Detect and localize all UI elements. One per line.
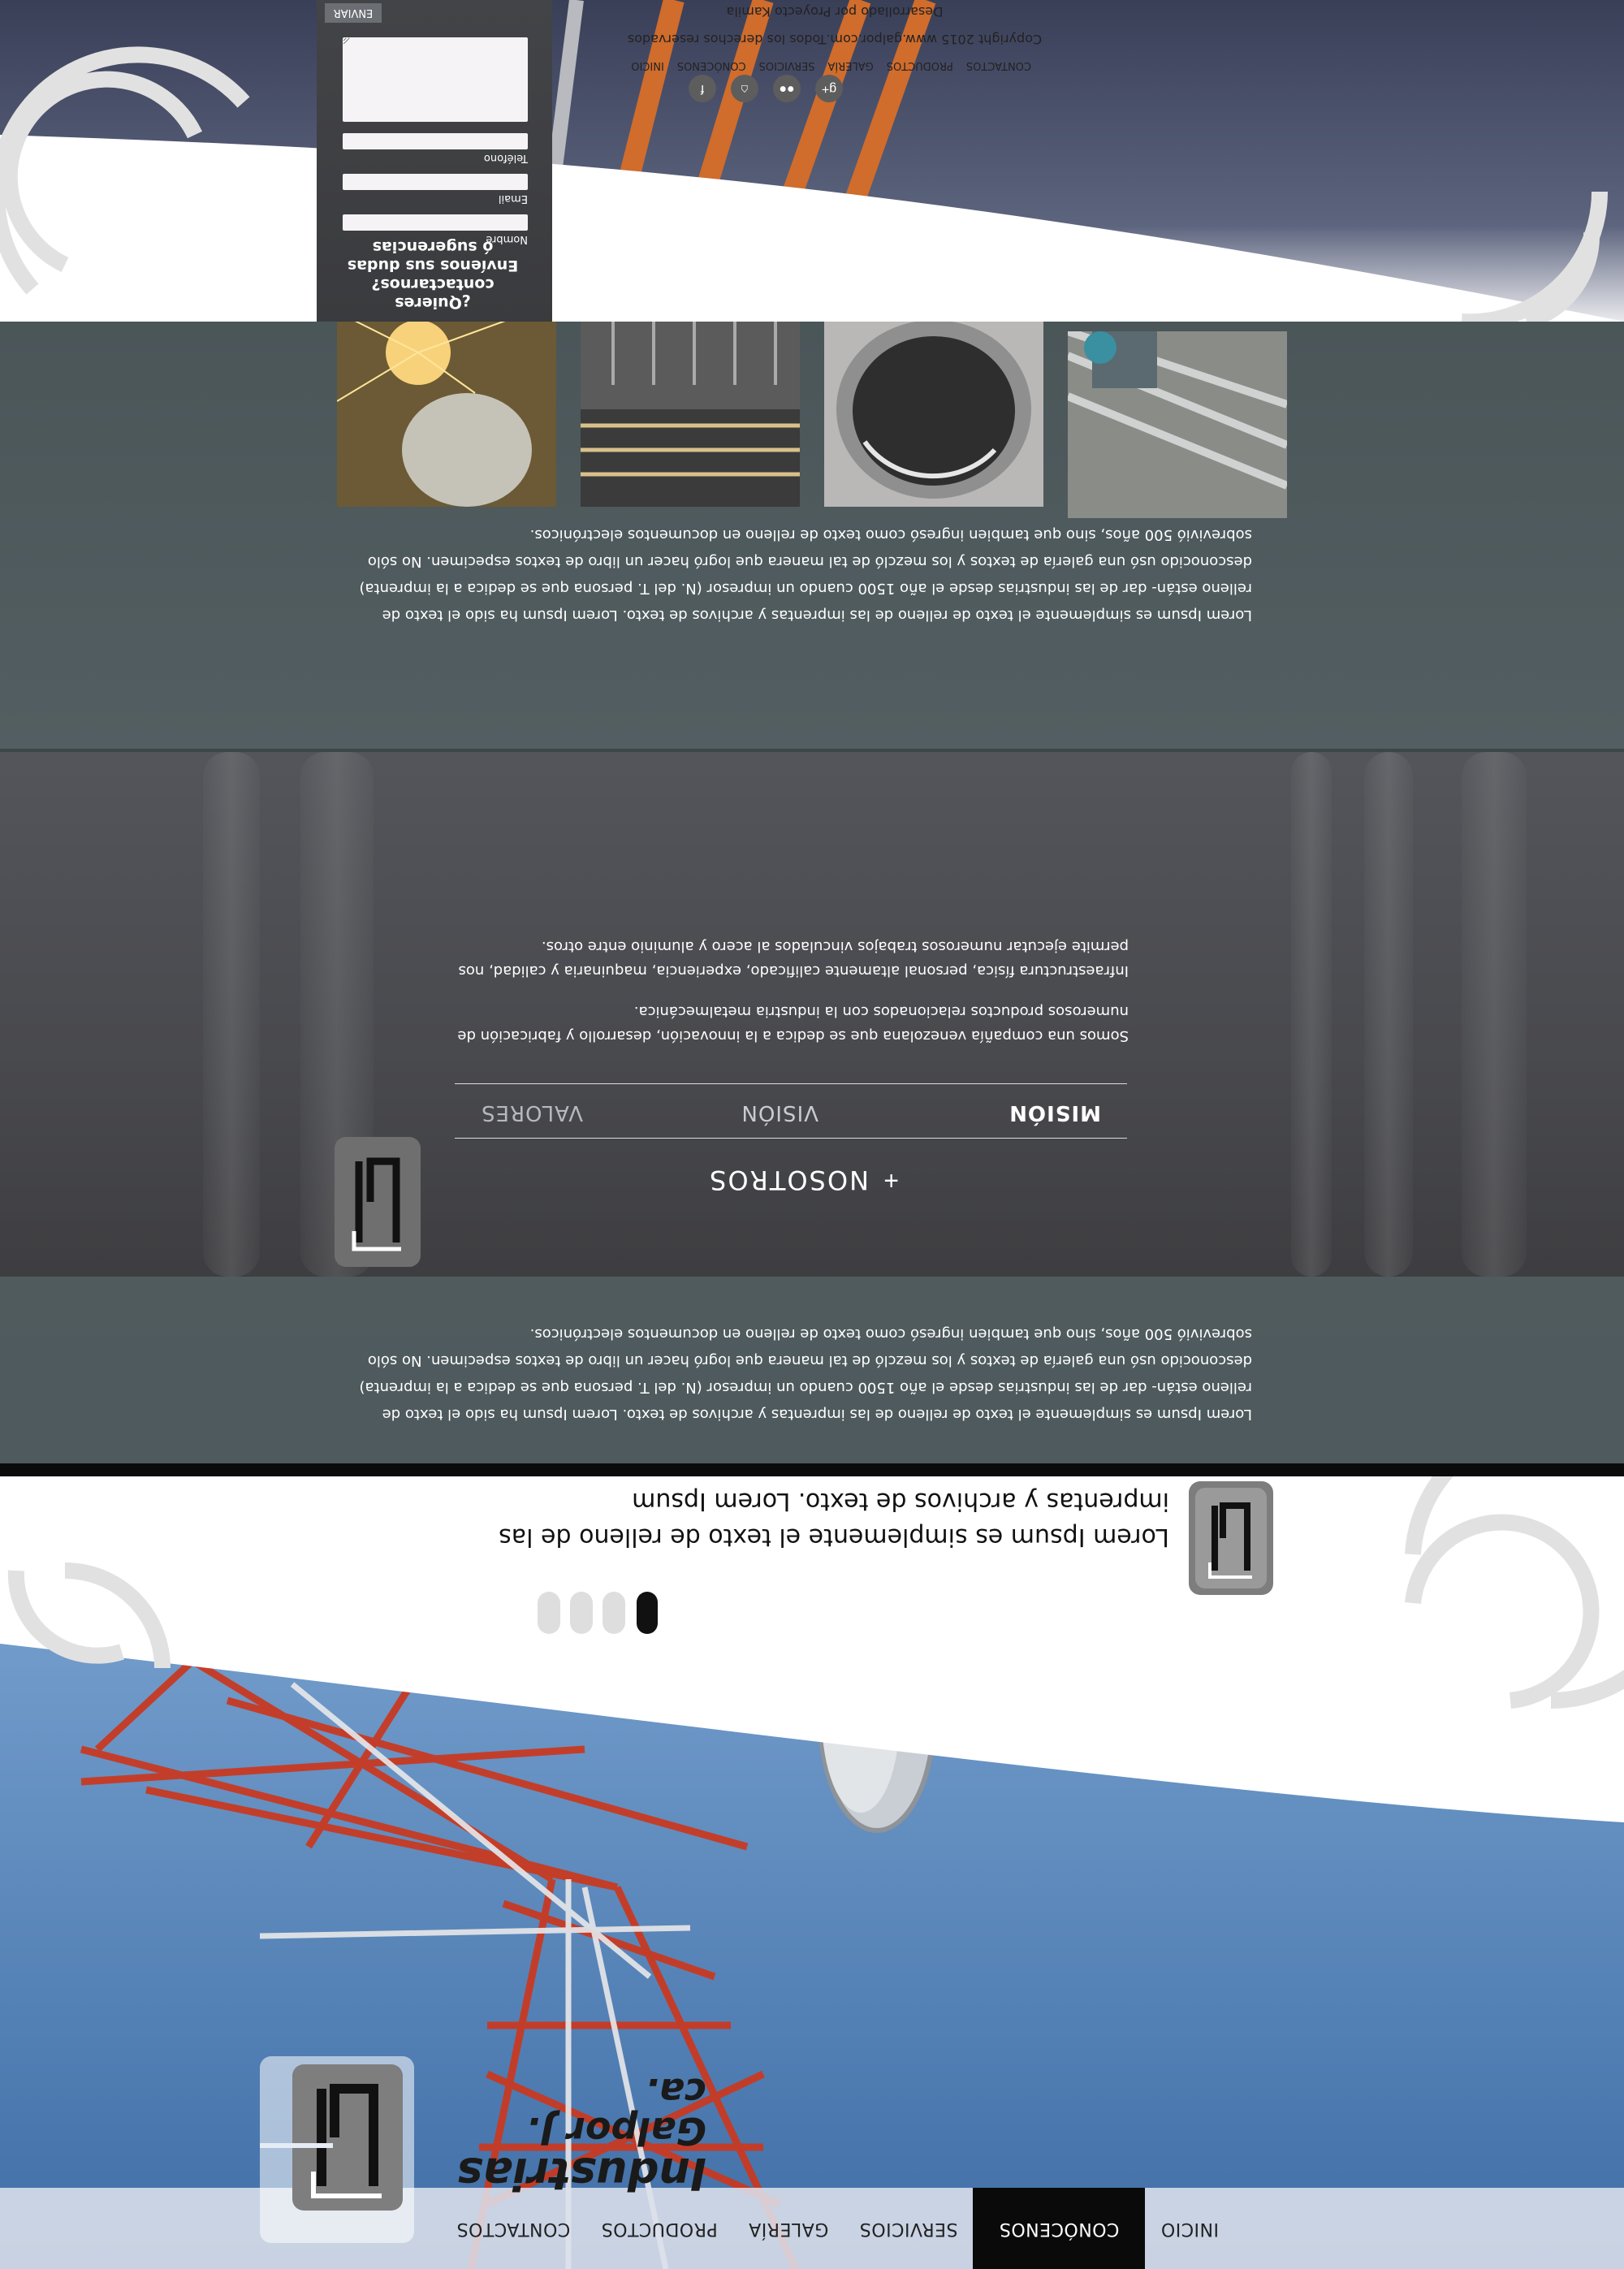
gallery-text: Lorem Ipsum es simplemente el texto de r…	[359, 526, 1252, 624]
about-intro-section: Lorem Ipsum es simplemente el texto de r…	[0, 1277, 1624, 1476]
name-label: Nombre	[486, 233, 528, 245]
contact-form-panel: ¿Quieres contactarnos? Envíenos sus duda…	[317, 0, 552, 322]
slider-dot[interactable]	[538, 1592, 560, 1634]
brand-name-line2: Galpor J. ca.	[525, 2070, 706, 2153]
nosotros-title: NOSOTROS	[708, 1165, 869, 1195]
flickr-icon[interactable]: ●●	[773, 75, 801, 102]
footer: ¿Quieres contactarnos? Envíenos sus duda…	[0, 0, 1624, 322]
nosotros-plus-icon[interactable]: +	[883, 1165, 899, 1195]
hero-section: Lorem Ipsum es simplemente el texto de r…	[0, 1476, 1624, 2269]
nav-item-inicio[interactable]: INICIO	[1145, 2188, 1234, 2269]
slider-dot-active[interactable]	[637, 1592, 658, 1634]
copyright-text: Copyright 2015 www.galpor.com.Todos los …	[627, 32, 1043, 47]
nav-links: INICIO CONÓCENOS SERVICIOS GALERÍA PRODU…	[441, 2188, 1234, 2269]
footer-link-productos[interactable]: PRODUCTOS	[880, 59, 960, 71]
nosotros-tabs: VALORES VISIÓN MISIÓN	[455, 1083, 1127, 1139]
phone-field[interactable]	[343, 133, 528, 149]
footer-info: g+ ●● ⌂ f CONTACTOS PRODUCTOS GALERÍA SE…	[551, 0, 1119, 322]
developer-credit: Desarrollado por Proyecto Kamila	[726, 4, 944, 19]
gallery-section: Lorem Ipsum es simplemente el texto de r…	[0, 320, 1624, 752]
nosotros-paragraph-2: Infraestructura física, personal altamen…	[458, 938, 1129, 979]
nosotros-logo	[335, 1137, 421, 1267]
slider-dots	[520, 1592, 658, 1634]
email-field[interactable]	[343, 174, 528, 190]
google-plus-icon[interactable]: g+	[815, 75, 843, 102]
nav-item-productos[interactable]: PRODUCTOS	[585, 2188, 733, 2269]
nav-item-conocenos[interactable]: CONÓCENOS	[973, 2188, 1146, 2269]
home-icon[interactable]: ⌂	[731, 75, 758, 102]
nav-item-galeria[interactable]: GALERÍA	[733, 2188, 844, 2269]
footer-link-inicio[interactable]: INICIO	[624, 59, 671, 71]
nav-item-servicios[interactable]: SERVICIOS	[844, 2188, 973, 2269]
nav-item-contactos[interactable]: CONTACTOS	[441, 2188, 585, 2269]
tab-valores[interactable]: VALORES	[481, 1100, 583, 1125]
brand-name: Industrias Galpor J. ca.	[456, 2070, 706, 2199]
tab-vision[interactable]: VISIÓN	[741, 1100, 818, 1125]
contact-title-line1: ¿Quieres contactarnos?	[371, 275, 495, 312]
gallery-photo-welding[interactable]	[337, 320, 556, 507]
name-field[interactable]	[343, 214, 528, 231]
gallery-photo-pipe[interactable]	[824, 320, 1043, 507]
main-navbar: INICIO CONÓCENOS SERVICIOS GALERÍA PRODU…	[0, 2188, 1624, 2269]
gallery-photo-steel-structure[interactable]	[581, 320, 800, 507]
phone-label: Teléfono	[483, 152, 528, 164]
footer-link-conocenos[interactable]: CONÓCENOS	[671, 59, 753, 71]
slider-dot[interactable]	[603, 1592, 625, 1634]
hero-white-curve	[0, 1476, 1624, 1822]
nosotros-text: Somos una compañía venezolana que se ded…	[455, 918, 1129, 1048]
hero-logo-mark	[1189, 1481, 1273, 1595]
brand-name-line1: Industrias	[456, 2148, 706, 2199]
footer-link-galeria[interactable]: GALERÍA	[822, 59, 880, 71]
about-intro-text: Lorem Ipsum es simplemente el texto de r…	[359, 1325, 1252, 1423]
contact-title-line2: Envíenos sus dudas	[347, 257, 519, 274]
page: Lorem Ipsum es simplemente el texto de r…	[0, 0, 1624, 2269]
nosotros-section: + NOSOTROS VALORES VISIÓN MISIÓN Somos u…	[0, 752, 1624, 1277]
hero-headline: Lorem Ipsum es simplemente el texto de r…	[499, 1487, 1169, 1551]
footer-link-servicios[interactable]: SERVICIOS	[753, 59, 822, 71]
send-button[interactable]: ENVIAR	[325, 3, 382, 23]
footer-link-contactos[interactable]: CONTACTOS	[960, 59, 1038, 71]
facebook-icon[interactable]: f	[689, 75, 716, 102]
contact-title: ¿Quieres contactarnos? Envíenos sus duda…	[331, 237, 534, 312]
nosotros-paragraph-1: Somos una compañía venezolana que se ded…	[457, 1003, 1129, 1044]
slider-dot[interactable]	[570, 1592, 593, 1634]
footer-nav: CONTACTOS PRODUCTOS GALERÍA SERVICIOS CO…	[624, 59, 1038, 71]
tab-mision[interactable]: MISIÓN	[1009, 1100, 1101, 1125]
gallery-photo-fabrication[interactable]	[1068, 331, 1287, 518]
message-field[interactable]	[343, 37, 528, 122]
email-label: Email	[498, 192, 528, 205]
brand-logo	[260, 2056, 414, 2243]
